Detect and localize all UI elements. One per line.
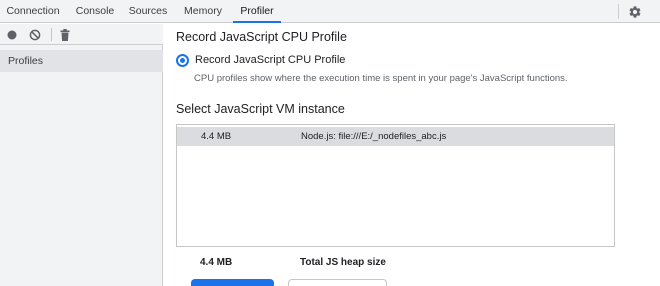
tab-sources[interactable]: Sources xyxy=(126,0,170,23)
toolbar-divider xyxy=(51,28,52,41)
settings-gear-icon[interactable] xyxy=(624,2,646,21)
profiler-toolbar xyxy=(0,24,163,45)
profiles-sidebar: Profiles xyxy=(0,24,163,286)
load-button[interactable] xyxy=(288,279,387,286)
record-icon[interactable] xyxy=(3,26,21,43)
panel-tab-bar: Connection Console Sources Memory Profil… xyxy=(0,0,660,23)
total-heap-size-value: 4.4 MB xyxy=(200,257,233,268)
vm-instance-name: Node.js: file:///E:/_nodefiles_abc.js xyxy=(301,131,447,142)
trash-icon[interactable] xyxy=(56,26,74,43)
radio-description: CPU profiles show where the execution ti… xyxy=(194,73,568,84)
vm-instance-heading: Select JavaScript VM instance xyxy=(176,102,345,116)
clear-icon[interactable] xyxy=(26,26,44,43)
sidebar-item-profiles[interactable]: Profiles xyxy=(0,50,163,72)
radio-label: Record JavaScript CPU Profile xyxy=(195,54,346,66)
divider xyxy=(618,4,619,19)
tab-profiler[interactable]: Profiler xyxy=(233,0,281,23)
start-button[interactable] xyxy=(191,279,274,286)
total-heap-size-label: Total JS heap size xyxy=(300,257,386,268)
vm-instance-row[interactable]: 4.4 MB Node.js: file:///E:/_nodefiles_ab… xyxy=(177,127,614,146)
cpu-profile-option[interactable]: Record JavaScript CPU Profile xyxy=(176,52,345,68)
tab-connection[interactable]: Connection xyxy=(6,0,60,23)
tab-memory[interactable]: Memory xyxy=(180,0,226,23)
profiler-launcher: Record JavaScript CPU Profile Record Jav… xyxy=(164,24,660,286)
radio-selected[interactable] xyxy=(176,53,189,67)
tab-console[interactable]: Console xyxy=(73,0,117,23)
vm-heap-size: 4.4 MB xyxy=(201,131,232,142)
profile-type-heading: Record JavaScript CPU Profile xyxy=(176,30,347,44)
vm-instance-list: 4.4 MB Node.js: file:///E:/_nodefiles_ab… xyxy=(176,124,615,247)
